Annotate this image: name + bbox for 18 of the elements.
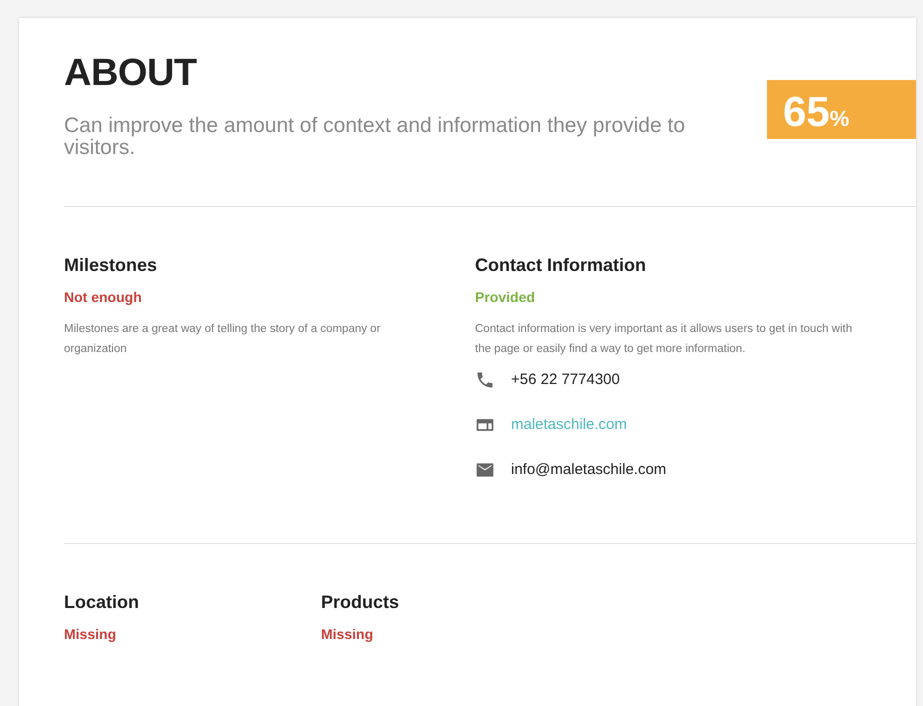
summary-text: Can improve the amount of context and information they provide to visitors. xyxy=(64,115,686,159)
item-heading: Milestones xyxy=(64,255,158,276)
item-heading: Products xyxy=(321,592,400,613)
website-link[interactable]: maletaschile.com xyxy=(511,416,627,433)
score-value: 65 xyxy=(783,88,830,135)
score-unit: % xyxy=(830,106,850,131)
item-heading: Location xyxy=(64,592,140,613)
email-address: info@maletaschile.com xyxy=(511,461,666,478)
status-label: Not enough xyxy=(64,289,143,305)
description-text: Milestones are a great way of telling the story of a company or organization xyxy=(64,322,382,357)
status-label: Missing xyxy=(321,626,374,642)
phone-icon xyxy=(475,370,495,390)
status-label: Missing xyxy=(64,626,118,642)
description-text: Contact information is very important as it allows users to get in touch with the page or easily find a way to get more information. xyxy=(475,322,854,357)
phone-number: +56 22 7774300 xyxy=(511,371,620,388)
item-heading: Contact Information xyxy=(475,255,647,276)
status-label: Provided xyxy=(475,289,536,305)
section-title: ABOUT xyxy=(64,52,198,95)
